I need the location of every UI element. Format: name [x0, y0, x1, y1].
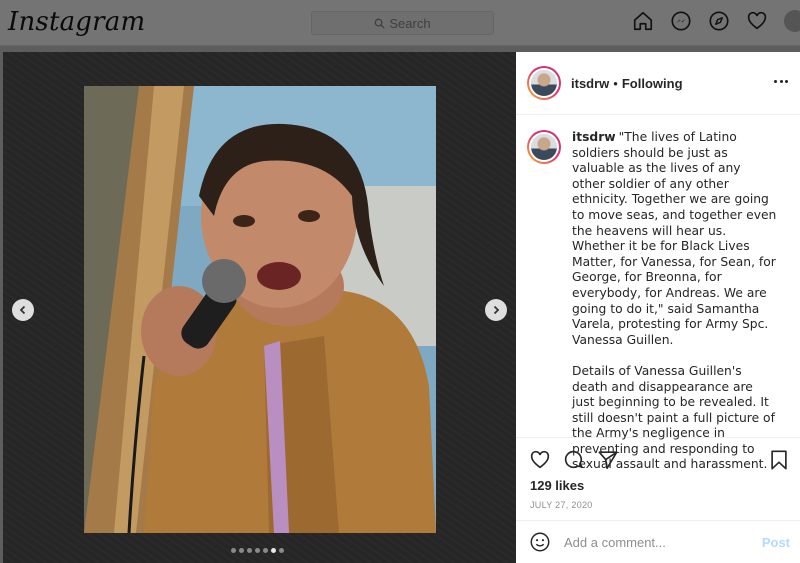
- caption-section: itsdrw "The lives of Latino soldiers shou…: [516, 116, 800, 471]
- home-icon[interactable]: [632, 10, 654, 32]
- profile-avatar[interactable]: [784, 10, 800, 32]
- caption-author-avatar[interactable]: [527, 130, 561, 164]
- previous-slide-button[interactable]: [12, 299, 34, 321]
- comment-icon[interactable]: [563, 449, 585, 471]
- search-input[interactable]: Search: [311, 11, 494, 35]
- following-button[interactable]: Following: [622, 76, 683, 91]
- post-photo: [84, 86, 436, 533]
- search-icon: [375, 18, 385, 29]
- caption-username[interactable]: itsdrw: [572, 130, 616, 144]
- next-slide-button[interactable]: [485, 299, 507, 321]
- caption-text: itsdrw "The lives of Latino soldiers shou…: [572, 130, 777, 471]
- separator-dot: •: [613, 75, 618, 91]
- slide-dot: [263, 548, 268, 553]
- bookmark-icon[interactable]: [768, 449, 790, 471]
- post-details-panel: itsdrw • Following itsdrw "The lives of L…: [516, 52, 800, 563]
- like-heart-icon[interactable]: [529, 449, 551, 471]
- likes-count[interactable]: 129 likes: [530, 478, 584, 493]
- post-date[interactable]: JULY 27, 2020: [530, 500, 593, 510]
- top-navigation: Instagram Search: [0, 0, 800, 46]
- emoji-icon[interactable]: [529, 531, 551, 553]
- more-options-icon[interactable]: [774, 80, 788, 84]
- share-icon[interactable]: [597, 449, 619, 471]
- slide-dot: [279, 548, 284, 553]
- add-comment-bar: Add a comment... Post: [516, 520, 800, 563]
- post-comment-button[interactable]: Post: [762, 535, 790, 550]
- slide-dot-active: [271, 548, 276, 553]
- search-placeholder: Search: [389, 15, 431, 31]
- author-avatar[interactable]: [527, 66, 561, 100]
- post-media: [3, 52, 516, 563]
- comment-input[interactable]: Add a comment...: [564, 535, 762, 550]
- post-actions: [516, 444, 800, 476]
- instagram-logo[interactable]: Instagram: [8, 7, 145, 37]
- explore-icon[interactable]: [708, 10, 730, 32]
- heart-icon[interactable]: [746, 10, 768, 32]
- slide-indicator: [231, 548, 284, 553]
- chevron-right-icon: [493, 305, 500, 315]
- author-username[interactable]: itsdrw: [571, 76, 609, 91]
- slide-dot: [239, 548, 244, 553]
- post-header: itsdrw • Following: [516, 52, 800, 115]
- caption-paragraph: "The lives of Latino soldiers should be …: [572, 130, 777, 347]
- slide-dot: [255, 548, 260, 553]
- messenger-icon[interactable]: [670, 10, 692, 32]
- slide-dot: [247, 548, 252, 553]
- chevron-left-icon: [19, 305, 26, 315]
- protester-photo-illustration: [84, 86, 436, 533]
- slide-dot: [231, 548, 236, 553]
